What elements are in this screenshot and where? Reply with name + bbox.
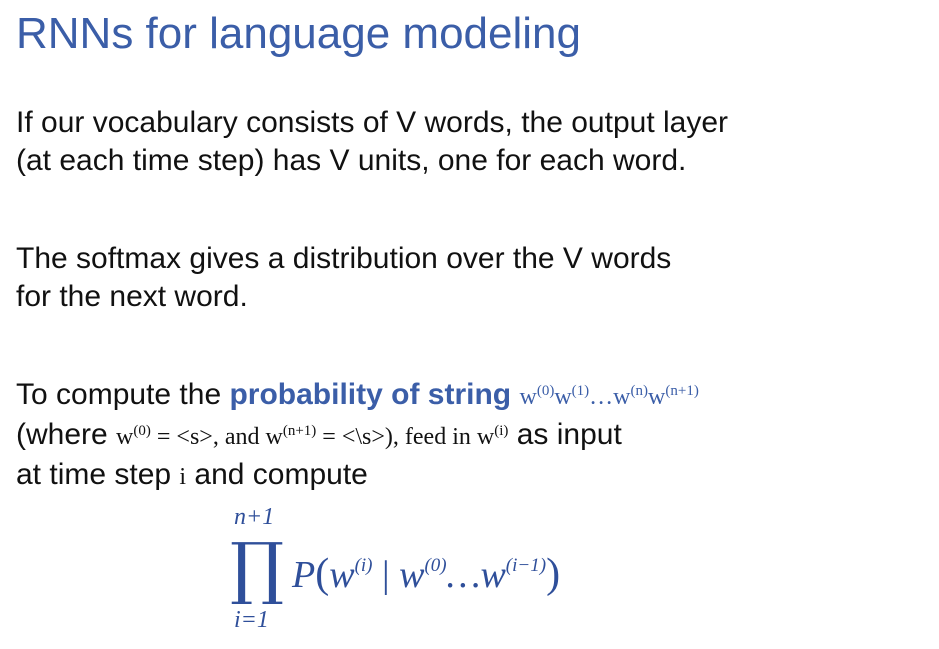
math-ellipsis: … <box>589 384 614 410</box>
paragraph-output-layer: If our vocabulary consists of V words, t… <box>16 104 728 180</box>
slide-title: RNNs for language modeling <box>16 9 581 58</box>
probability-expression: P(w(i) | w(0)…w(i−1)) <box>292 552 560 597</box>
text-fragment: at time step <box>16 458 180 491</box>
math-superscript: (0) <box>536 383 555 399</box>
slide: RNNs for language modeling If our vocabu… <box>0 0 939 649</box>
math-close-paren: ) <box>546 551 561 597</box>
paragraph-line: The softmax gives a distribution over th… <box>16 242 672 275</box>
math-given-bar: | <box>372 554 400 596</box>
paragraph-line: To compute the probability of string w(0… <box>16 376 699 416</box>
product-symbol: ∏ <box>230 529 285 608</box>
math-w: w <box>476 424 495 450</box>
product-lower-bound: i=1 <box>234 607 269 633</box>
math-superscript: (n+1) <box>282 423 317 439</box>
math-superscript: (n) <box>630 383 649 399</box>
math-superscript: (i) <box>494 423 509 439</box>
paragraph-softmax: The softmax gives a distribution over th… <box>16 240 671 316</box>
math-w: w <box>329 554 355 596</box>
paragraph-line: (at each time step) has V units, one for… <box>16 144 687 177</box>
math-open-paren: ( <box>315 551 330 597</box>
math-w: w <box>648 384 666 410</box>
highlighted-term: probability of string <box>229 378 512 411</box>
paragraph-line: at time step i and compute <box>16 456 699 496</box>
text-fragment: To compute the <box>16 378 230 411</box>
math-w: w <box>554 384 572 410</box>
math-w: w <box>480 554 506 596</box>
math-ellipsis: … <box>446 554 481 596</box>
text-fragment: (where <box>16 418 117 451</box>
math-expression: = <s>, and <box>150 424 266 450</box>
math-w: w <box>519 384 537 410</box>
product-formula: n+1 ∏ i=1 P(w(i) | w(0)…w(i−1)) <box>230 504 700 644</box>
math-superscript: (i) <box>354 555 373 576</box>
math-P: P <box>292 554 316 596</box>
text-fragment: and compute <box>186 458 368 491</box>
paragraph-line: (where w(0) = <s>, and w(n+1) = <\s>), f… <box>16 416 699 456</box>
math-superscript: (1) <box>571 383 590 399</box>
math-w: w <box>399 554 425 596</box>
math-w: w <box>265 424 283 450</box>
paragraph-line: for the next word. <box>16 280 248 313</box>
math-w: w <box>613 384 631 410</box>
paragraph-string-probability: To compute the probability of string w(0… <box>16 376 699 496</box>
text-fragment: as input <box>508 418 622 451</box>
math-superscript: (n+1) <box>665 383 699 399</box>
math-superscript: (i−1) <box>505 555 547 576</box>
math-superscript: (0) <box>424 555 447 576</box>
math-superscript: (0) <box>133 423 151 439</box>
product-upper-bound: n+1 <box>234 504 275 530</box>
math-w: w <box>116 424 134 450</box>
math-expression: = <\s>), feed in <box>316 424 477 450</box>
word-sequence-math: w(0)w(1)…w(n)w(n+1) <box>519 383 699 411</box>
paragraph-line: If our vocabulary consists of V words, t… <box>16 106 729 139</box>
